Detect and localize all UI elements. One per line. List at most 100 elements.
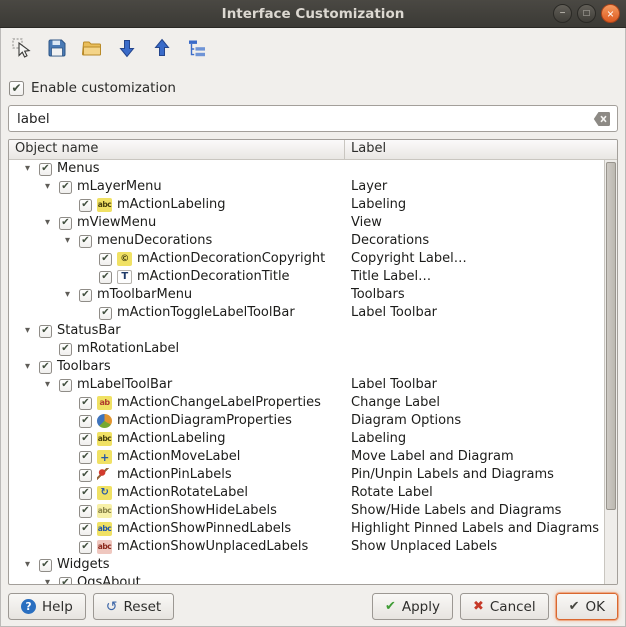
row-checkbox[interactable]: ✔ bbox=[79, 451, 92, 464]
tree-row[interactable]: ▾✔Toolbars bbox=[9, 358, 604, 376]
customization-tree: Object name Label ▾✔Menus▾✔mLayerMenuLay… bbox=[8, 139, 618, 585]
tree-row[interactable]: ▾✔mLayerMenuLayer bbox=[9, 178, 604, 196]
scrollbar-thumb[interactable] bbox=[606, 162, 616, 510]
row-checkbox[interactable]: ✔ bbox=[59, 217, 72, 230]
tree-row[interactable]: ✔abmActionChangeLabelPropertiesChange La… bbox=[9, 394, 604, 412]
save-to-file-button[interactable] bbox=[150, 36, 174, 60]
row-checkbox[interactable]: ✔ bbox=[79, 289, 92, 302]
row-checkbox[interactable]: ✔ bbox=[59, 181, 72, 194]
object-label: Move Label and Diagram bbox=[345, 448, 604, 466]
clear-search-button[interactable] bbox=[593, 111, 611, 127]
row-checkbox[interactable]: ✔ bbox=[39, 325, 52, 338]
tree-row[interactable]: ✔abcmActionShowHideLabelsShow/Hide Label… bbox=[9, 502, 604, 520]
tree-row[interactable]: ✔abcmActionShowUnplacedLabelsShow Unplac… bbox=[9, 538, 604, 556]
widget-catcher-icon bbox=[11, 37, 33, 59]
tree-row[interactable]: ▾✔Widgets bbox=[9, 556, 604, 574]
row-checkbox[interactable]: ✔ bbox=[79, 199, 92, 212]
row-checkbox[interactable]: ✔ bbox=[79, 433, 92, 446]
tree-row[interactable]: ✔abcmActionLabelingLabeling bbox=[9, 430, 604, 448]
expander-icon[interactable]: ▾ bbox=[65, 286, 79, 304]
ok-check-icon: ✔ bbox=[569, 600, 580, 613]
reset-icon: ↺ bbox=[106, 600, 118, 614]
row-checkbox[interactable]: ✔ bbox=[79, 397, 92, 410]
expander-icon[interactable]: ▾ bbox=[45, 178, 59, 196]
expand-tree-button[interactable] bbox=[185, 36, 209, 60]
row-checkbox[interactable]: ✔ bbox=[79, 541, 92, 554]
object-label: Labeling bbox=[345, 196, 604, 214]
row-checkbox[interactable]: ✔ bbox=[59, 379, 72, 392]
cancel-button[interactable]: ✖ Cancel bbox=[460, 593, 549, 620]
row-checkbox[interactable]: ✔ bbox=[99, 307, 112, 320]
row-checkbox[interactable]: ✔ bbox=[99, 271, 112, 284]
row-checkbox[interactable]: ✔ bbox=[79, 469, 92, 482]
enable-customization-row: ✔ Enable customization bbox=[9, 78, 626, 98]
tree-row[interactable]: ▾✔StatusBar bbox=[9, 322, 604, 340]
tree-row[interactable]: ▾✔menuDecorationsDecorations bbox=[9, 232, 604, 250]
tree-row[interactable]: ▾✔Menus bbox=[9, 160, 604, 178]
tree-row[interactable]: ✔mRotationLabel bbox=[9, 340, 604, 358]
save-button-toolbar[interactable] bbox=[45, 36, 69, 60]
enable-customization-checkbox[interactable]: ✔ bbox=[9, 81, 24, 96]
open-button-toolbar[interactable] bbox=[80, 36, 104, 60]
help-button-label: Help bbox=[42, 599, 73, 615]
expander-icon[interactable]: ▾ bbox=[45, 574, 59, 584]
expander-icon[interactable]: ▾ bbox=[25, 358, 39, 376]
reset-button-label: Reset bbox=[124, 599, 162, 615]
titlebar[interactable]: Interface Customization − □ × bbox=[0, 0, 626, 28]
tree-row[interactable]: ▾✔mToolbarMenuToolbars bbox=[9, 286, 604, 304]
help-button[interactable]: ? Help bbox=[8, 593, 86, 620]
tree-row[interactable]: ✔mActionDiagramPropertiesDiagram Options bbox=[9, 412, 604, 430]
tree-row[interactable]: ▾✔QgsAbout bbox=[9, 574, 604, 584]
maximize-button[interactable]: □ bbox=[577, 4, 596, 23]
row-checkbox[interactable]: ✔ bbox=[39, 163, 52, 176]
row-checkbox[interactable]: ✔ bbox=[79, 235, 92, 248]
tree-row[interactable]: ✔+mActionMoveLabelMove Label and Diagram bbox=[9, 448, 604, 466]
expander-icon[interactable]: ▾ bbox=[25, 322, 39, 340]
tree-row[interactable]: ✔abcmActionLabelingLabeling bbox=[9, 196, 604, 214]
tree-row[interactable]: ▾✔mViewMenuView bbox=[9, 214, 604, 232]
row-checkbox[interactable]: ✔ bbox=[39, 559, 52, 572]
tree-row[interactable]: ✔mActionPinLabelsPin/Unpin Labels and Di… bbox=[9, 466, 604, 484]
tree-row[interactable]: ✔©mActionDecorationCopyrightCopyright La… bbox=[9, 250, 604, 268]
row-checkbox[interactable]: ✔ bbox=[79, 487, 92, 500]
tree-row[interactable]: ✔mActionToggleLabelToolBarLabel Toolbar bbox=[9, 304, 604, 322]
object-label bbox=[345, 340, 604, 358]
column-header-label[interactable]: Label bbox=[345, 140, 617, 159]
object-label: Copyright Label… bbox=[345, 250, 604, 268]
expander-icon[interactable]: ▾ bbox=[25, 556, 39, 574]
tree-row[interactable]: ✔abcmActionShowPinnedLabelsHighlight Pin… bbox=[9, 520, 604, 538]
expander-icon[interactable]: ▾ bbox=[65, 232, 79, 250]
object-label: Layer bbox=[345, 178, 604, 196]
close-button[interactable]: × bbox=[601, 4, 620, 23]
row-checkbox[interactable]: ✔ bbox=[79, 505, 92, 518]
row-checkbox[interactable]: ✔ bbox=[79, 523, 92, 536]
row-checkbox[interactable]: ✔ bbox=[79, 415, 92, 428]
row-checkbox[interactable]: ✔ bbox=[39, 361, 52, 374]
clear-icon bbox=[593, 111, 611, 127]
reset-button[interactable]: ↺ Reset bbox=[93, 593, 174, 620]
tree-row[interactable]: ✔↻mActionRotateLabelRotate Label bbox=[9, 484, 604, 502]
apply-check-icon: ✔ bbox=[385, 600, 396, 613]
dialog-button-box: ? Help ↺ Reset ✔ Apply ✖ Cancel ✔ OK bbox=[8, 593, 618, 620]
row-checkbox[interactable]: ✔ bbox=[59, 577, 72, 585]
expander-icon[interactable]: ▾ bbox=[45, 376, 59, 394]
row-checkbox[interactable]: ✔ bbox=[99, 253, 112, 266]
widget-catcher-button[interactable] bbox=[10, 36, 34, 60]
object-name: mActionChangeLabelProperties bbox=[117, 394, 321, 412]
apply-button[interactable]: ✔ Apply bbox=[372, 593, 453, 620]
load-from-file-button[interactable] bbox=[115, 36, 139, 60]
object-label: Toolbars bbox=[345, 286, 604, 304]
vertical-scrollbar[interactable] bbox=[604, 160, 617, 584]
tree-row[interactable]: ▾✔mLabelToolBarLabel Toolbar bbox=[9, 376, 604, 394]
row-checkbox[interactable]: ✔ bbox=[59, 343, 72, 356]
diagram-properties-icon bbox=[97, 414, 112, 428]
search-input[interactable] bbox=[8, 105, 618, 132]
object-label: Show Unplaced Labels bbox=[345, 538, 604, 556]
labeling-icon: abc bbox=[97, 432, 112, 446]
expander-icon[interactable]: ▾ bbox=[45, 214, 59, 232]
minimize-button[interactable]: − bbox=[553, 4, 572, 23]
tree-row[interactable]: ✔TmActionDecorationTitleTitle Label… bbox=[9, 268, 604, 286]
column-header-object-name[interactable]: Object name bbox=[9, 140, 345, 159]
expander-icon[interactable]: ▾ bbox=[25, 160, 39, 178]
ok-button[interactable]: ✔ OK bbox=[556, 593, 618, 620]
